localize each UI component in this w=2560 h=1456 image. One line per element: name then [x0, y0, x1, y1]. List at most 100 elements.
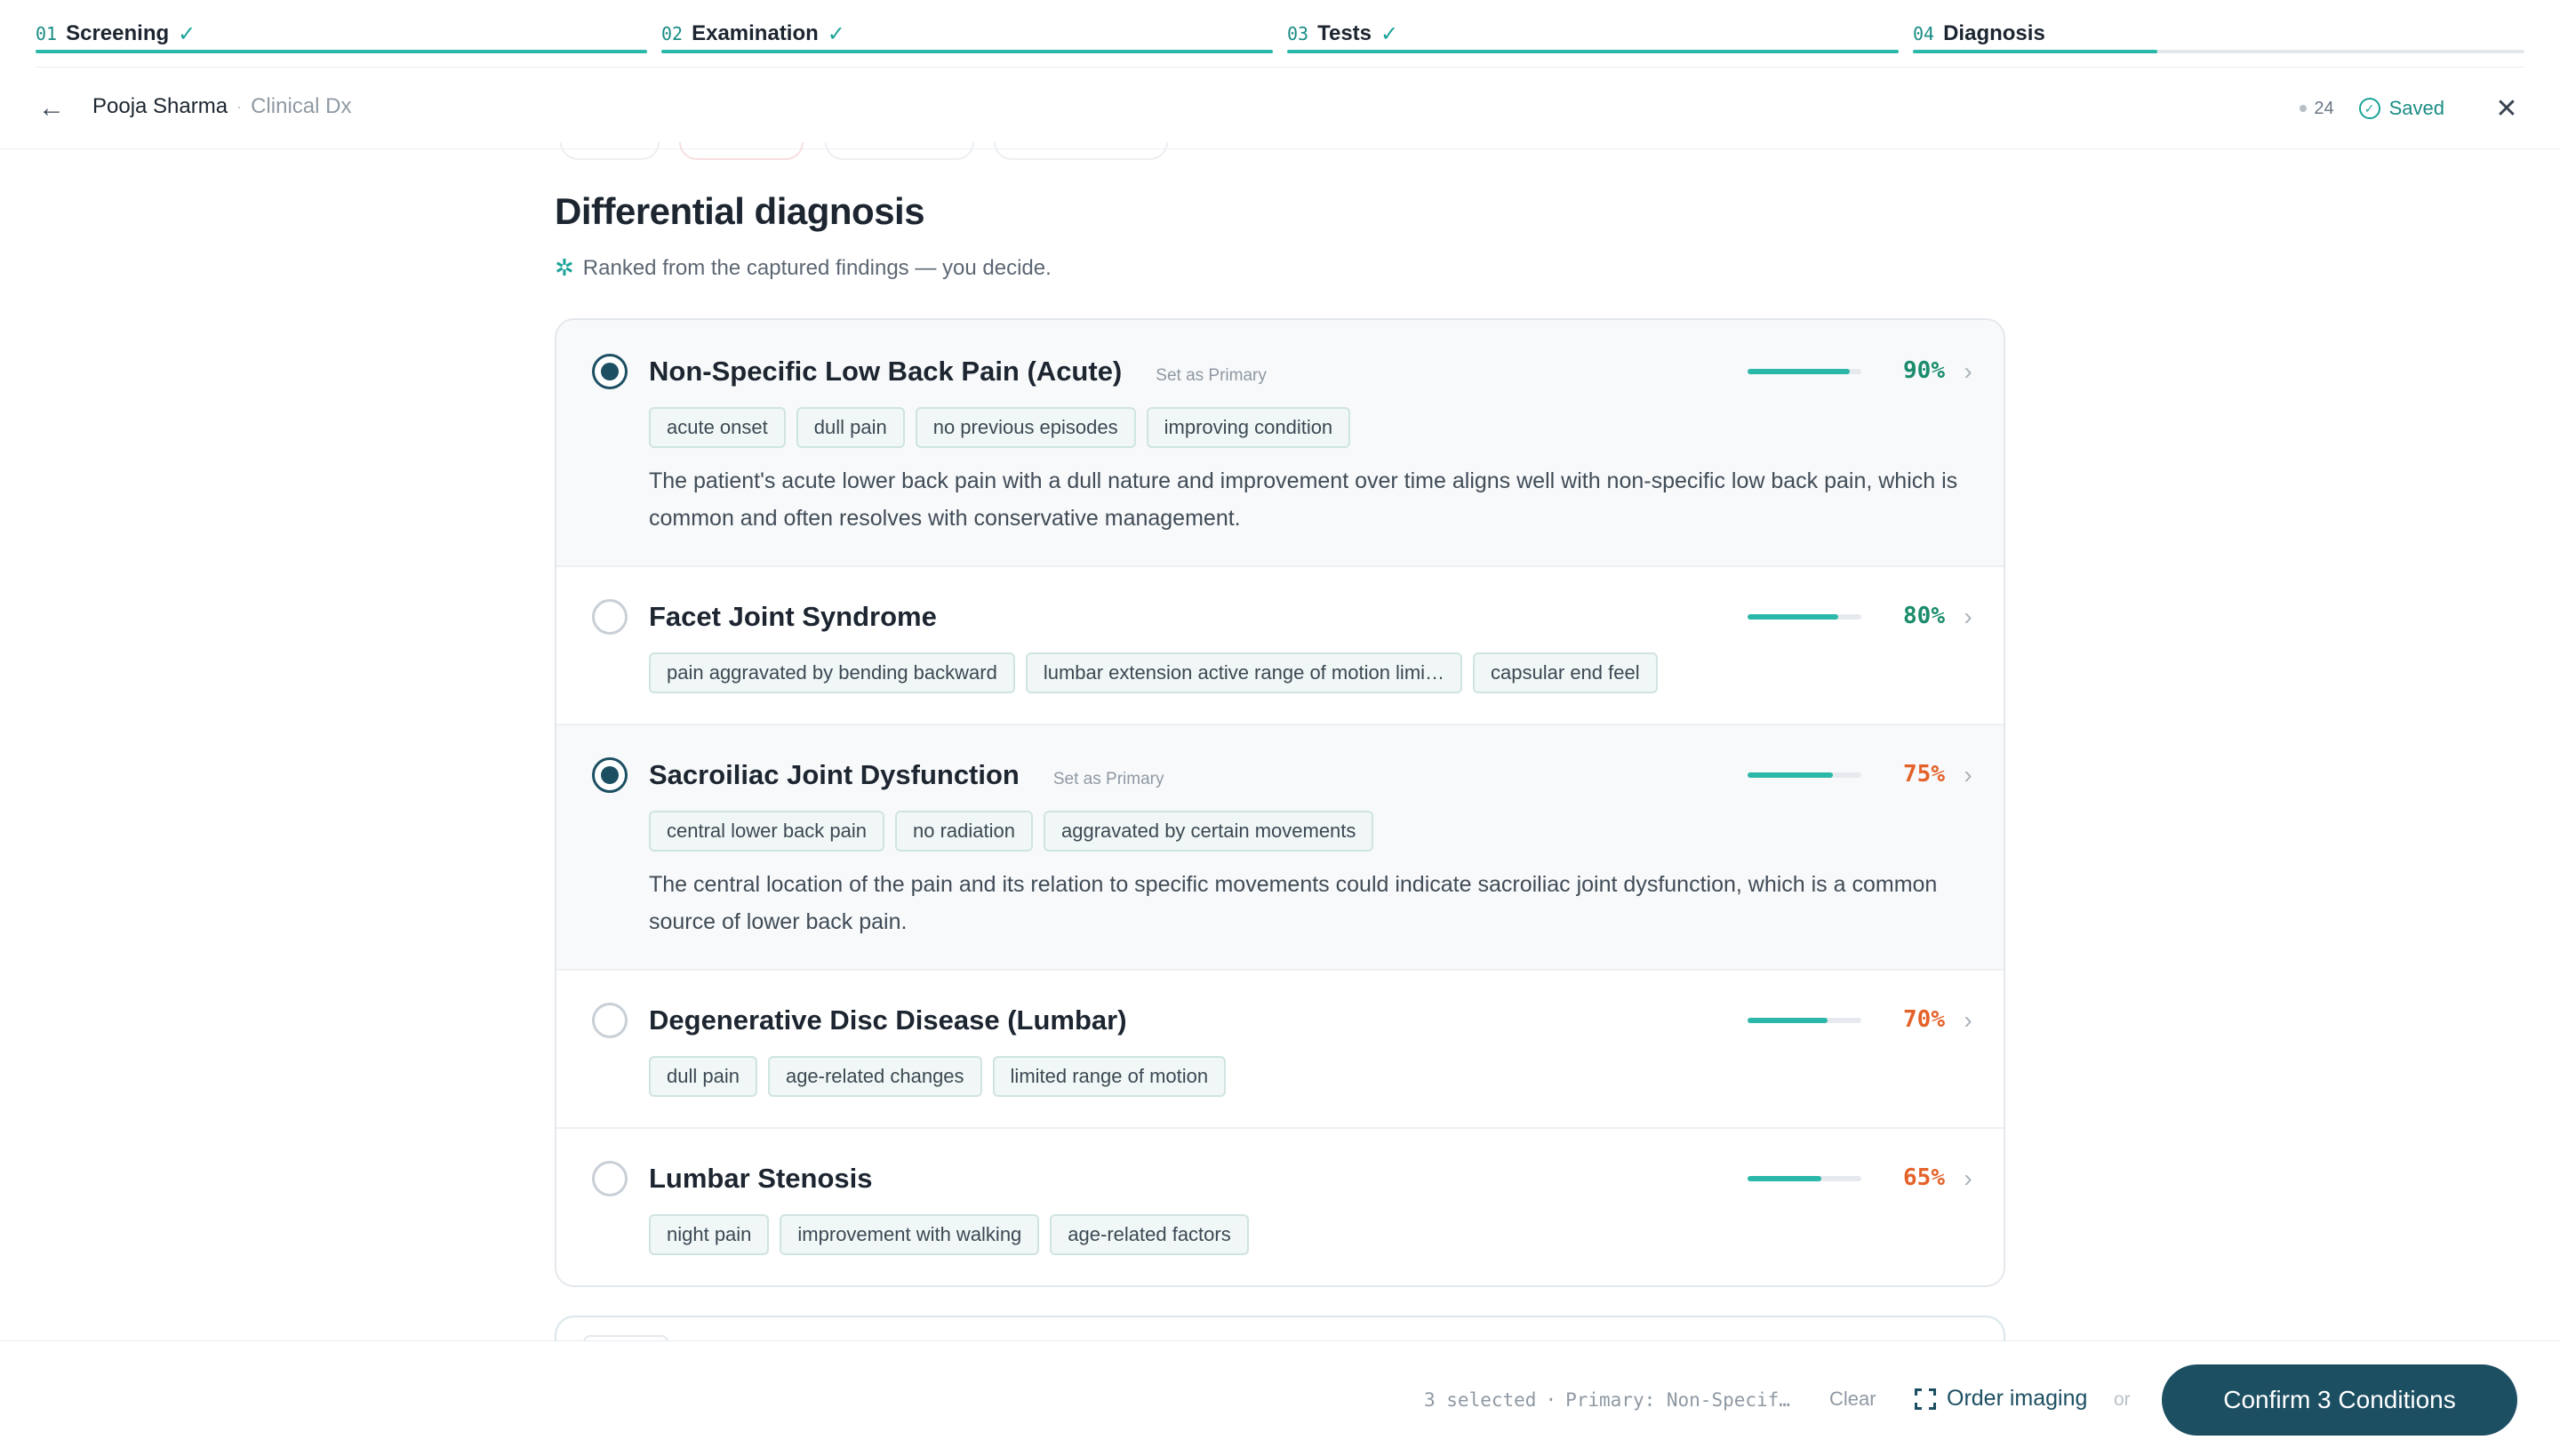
page-subtitle: ✲ Ranked from the captured findings — yo… — [555, 254, 1052, 282]
confidence-percent: 80% — [1903, 603, 1945, 629]
step-number: 04 — [1913, 23, 1935, 44]
select-radio[interactable] — [592, 1003, 628, 1038]
subtitle-text: Ranked from the captured findings — you … — [582, 255, 1052, 280]
confidence-fill — [1748, 369, 1851, 374]
breadcrumb-separator: · — [236, 97, 243, 116]
evidence-chips: night pain improvement with walking age-re… — [649, 1214, 1249, 1255]
order-imaging-label: Order imaging — [1947, 1386, 2088, 1411]
evidence-chip: night pain — [649, 1214, 770, 1255]
evidence-chip: improvement with walking — [780, 1214, 1040, 1255]
scrolled-chip — [825, 142, 974, 160]
confidence-fill — [1748, 614, 1839, 620]
confidence-percent: 75% — [1903, 761, 1945, 788]
saved-label: Saved — [2388, 97, 2444, 119]
breadcrumb: Pooja Sharma · Clinical Dx — [92, 94, 351, 119]
chevron-right-icon[interactable]: › — [1952, 759, 1984, 791]
set-primary-button[interactable]: Set as Primary — [1156, 366, 1267, 386]
chevron-right-icon[interactable]: › — [1952, 356, 1984, 388]
check-icon: ✓ — [827, 21, 845, 46]
close-button[interactable]: ✕ — [2489, 91, 2524, 126]
patient-name: Pooja Sharma — [92, 94, 228, 118]
diagnosis-row[interactable]: Degenerative Disc Disease (Lumbar) 70% ›… — [556, 971, 2004, 1129]
chevron-right-icon[interactable]: › — [1952, 1004, 1984, 1036]
select-radio[interactable] — [592, 354, 628, 389]
step-examination[interactable]: 02 Examination ✓ — [661, 14, 845, 53]
sparkle-icon: ✲ — [555, 254, 574, 281]
evidence-chip: no radiation — [895, 811, 1033, 852]
condition-name: Sacroiliac Joint Dysfunction — [649, 759, 1020, 790]
select-radio[interactable] — [592, 1161, 628, 1196]
condition-name: Lumbar Stenosis — [649, 1163, 873, 1194]
diagnosis-row[interactable]: Lumbar Stenosis 65% › night pain improvem… — [556, 1129, 2004, 1285]
confidence-bar — [1748, 772, 1861, 778]
step-progress-bar — [36, 50, 647, 53]
chevron-right-icon[interactable]: › — [1952, 1163, 1984, 1195]
arrow-left-icon: ← — [38, 93, 65, 123]
scrolled-chip — [994, 142, 1168, 160]
confidence-fill — [1748, 1018, 1828, 1023]
condition-name: Non-Specific Low Back Pain (Acute) — [649, 356, 1123, 387]
evidence-chip: pain aggravated by bending backward — [649, 652, 1015, 693]
selected-count: 3 selected — [1424, 1389, 1537, 1411]
evidence-chip: limited range of motion — [992, 1056, 1227, 1097]
summary-separator: · — [1545, 1389, 1557, 1411]
step-progress-bar — [1287, 50, 1899, 53]
module-name: Clinical Dx — [251, 94, 352, 118]
evidence-chip: no previous episodes — [915, 407, 1136, 448]
page-title: Differential diagnosis — [555, 190, 925, 232]
diagnosis-row[interactable]: Sacroiliac Joint Dysfunction Set as Prim… — [556, 725, 2004, 971]
condition-description: The patient's acute lower back pain with… — [649, 468, 1958, 531]
check-circle-icon: ✓ — [2358, 98, 2380, 119]
select-radio[interactable] — [592, 599, 628, 635]
diagnosis-row[interactable]: Non-Specific Low Back Pain (Acute) Set a… — [556, 320, 2004, 567]
page-header: ← Pooja Sharma · Clinical Dx 24 ✓ Saved … — [0, 68, 2560, 149]
clear-button[interactable]: Clear — [1829, 1388, 1876, 1411]
step-tests[interactable]: 03 Tests ✓ — [1287, 14, 1398, 53]
step-number: 03 — [1287, 23, 1309, 44]
evidence-chip: aggravated by certain movements — [1044, 811, 1374, 852]
scrolled-chip — [679, 142, 804, 160]
primary-condition: Primary: Non-Specif… — [1565, 1389, 1790, 1411]
step-screening[interactable]: 01 Screening ✓ — [36, 14, 196, 53]
evidence-chip: age-related factors — [1050, 1214, 1249, 1255]
set-primary-button[interactable]: Set as Primary — [1053, 770, 1164, 789]
step-diagnosis[interactable]: 04 Diagnosis — [1913, 14, 2045, 53]
step-label: Diagnosis — [1943, 21, 2045, 45]
action-footer: 3 selected · Primary: Non-Specif… Clear … — [0, 1340, 2560, 1456]
evidence-chip: central lower back pain — [649, 811, 885, 852]
confidence-bar — [1748, 1018, 1861, 1023]
step-label: Tests — [1317, 21, 1372, 45]
evidence-chip: improving condition — [1146, 407, 1351, 448]
counter-value: 24 — [2314, 98, 2334, 118]
condition-description: The central location of the pain and its… — [649, 872, 1938, 934]
chevron-right-icon[interactable]: › — [1952, 601, 1984, 633]
diagnosis-row[interactable]: Facet Joint Syndrome 80% › pain aggravat… — [556, 567, 2004, 725]
step-label: Examination — [692, 21, 819, 45]
evidence-chip: dull pain — [649, 1056, 757, 1097]
step-label: Screening — [66, 21, 170, 45]
confidence-fill — [1748, 1176, 1822, 1181]
close-icon: ✕ — [2495, 93, 2518, 124]
evidence-chips: pain aggravated by bending backward lumba… — [649, 652, 1658, 693]
confidence-bar — [1748, 614, 1861, 620]
step-progress-bar — [661, 50, 1273, 53]
order-imaging-button[interactable]: Order imaging — [1915, 1386, 2087, 1412]
step-number: 02 — [661, 23, 684, 44]
confidence-percent: 65% — [1903, 1164, 1945, 1191]
scan-frame-icon — [1915, 1388, 1936, 1410]
back-button[interactable]: ← — [32, 89, 71, 128]
evidence-chips: dull pain age-related changes limited rang… — [649, 1056, 1227, 1097]
confirm-conditions-button[interactable]: Confirm 3 Conditions — [2162, 1364, 2517, 1436]
evidence-chips: central lower back pain no radiation aggra… — [649, 811, 1374, 852]
confidence-percent: 90% — [1903, 357, 1945, 384]
confidence-percent: 70% — [1903, 1006, 1945, 1033]
revision-counter: 24 — [2300, 98, 2334, 119]
condition-name: Facet Joint Syndrome — [649, 601, 937, 632]
diagnosis-list: Non-Specific Low Back Pain (Acute) Set a… — [555, 318, 2005, 1287]
evidence-chip: acute onset — [649, 407, 786, 448]
select-radio[interactable] — [592, 757, 628, 793]
confidence-bar — [1748, 1176, 1861, 1181]
check-icon: ✓ — [178, 21, 196, 46]
evidence-chip: age-related changes — [767, 1056, 982, 1097]
selection-summary: 3 selected · Primary: Non-Specif… — [1424, 1389, 1790, 1411]
